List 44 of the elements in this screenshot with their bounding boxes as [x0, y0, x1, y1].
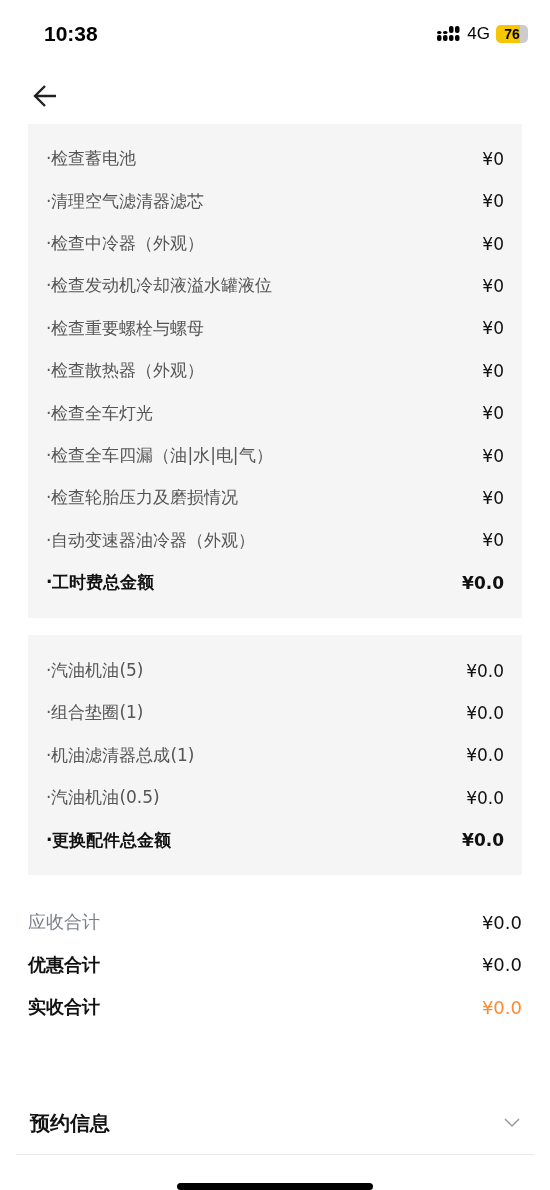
summary-value: ¥0.0: [481, 954, 522, 976]
status-time: 10:38: [44, 21, 98, 46]
item-price: ¥0: [482, 445, 504, 466]
item-name: ·检查散热器（外观）: [46, 359, 205, 383]
network-label: 4G: [467, 23, 490, 44]
item-price: ¥0.0: [466, 660, 504, 681]
item-name: ·检查重要螺栓与螺母: [46, 316, 205, 340]
summary-label: 实收合计: [28, 995, 100, 1020]
item-name: ·汽油机油(5): [46, 659, 144, 682]
item-name: ·检查发动机冷却液溢水罐液位: [46, 274, 273, 298]
item-name: ·机油滤清器总成(1): [46, 743, 195, 767]
section-header[interactable]: 预约信息: [16, 1092, 534, 1156]
total-price: ¥0.0: [462, 830, 504, 851]
item-name: ·清理空气滤清器滤芯: [46, 189, 205, 213]
signal-icon: [437, 25, 462, 42]
battery-icon: 76: [496, 24, 528, 43]
item-price: ¥0.0: [466, 745, 504, 766]
item-price: ¥0: [482, 360, 504, 381]
item-name: ·组合垫圈(1): [46, 701, 144, 725]
summary-label: 优惠合计: [28, 952, 100, 977]
total-price: ¥0.0: [462, 572, 504, 593]
item-price: ¥0: [482, 318, 504, 339]
item-price: ¥0: [482, 487, 504, 508]
item-price: ¥0: [482, 276, 504, 296]
item-name: ·汽油机油(0.5): [46, 786, 160, 810]
summary-value: ¥0.0: [481, 911, 522, 933]
item-name: ·检查中冷器（外观）: [46, 232, 205, 256]
total-label: ·工时费总金额: [46, 571, 155, 595]
total-label: ·更换配件总金额: [46, 828, 172, 852]
item-name: ·检查全车灯光: [46, 401, 154, 425]
item-name: ·自动变速器油冷器（外观）: [46, 528, 256, 552]
item-name: ·检查蓄电池: [46, 147, 137, 171]
item-price: ¥0: [482, 530, 504, 551]
summary-value: ¥0.0: [481, 996, 522, 1018]
item-price: ¥0.0: [466, 787, 504, 808]
item-name: ·检查轮胎压力及磨损情况: [46, 486, 239, 510]
item-price: ¥0: [482, 403, 504, 424]
item-price: ¥0.0: [466, 702, 504, 723]
item-price: ¥0: [482, 233, 504, 254]
item-name: ·检查全车四漏（油|水|电|气）: [46, 444, 273, 468]
item-price: ¥0: [482, 191, 504, 212]
summary-label: 应收合计: [28, 910, 100, 935]
section-title: 预约信息: [30, 1109, 110, 1137]
item-price: ¥0: [482, 148, 504, 169]
